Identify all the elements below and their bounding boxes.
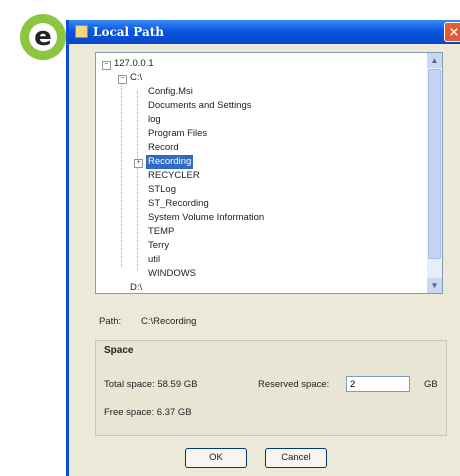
reserved-unit: GB (424, 379, 438, 390)
tree-drive-c[interactable]: C:\ (130, 71, 142, 85)
path-label: Path: (99, 316, 122, 327)
tree-folder-temp[interactable]: TEMP (148, 225, 174, 239)
tree-folder-program-files[interactable]: Program Files (148, 127, 207, 141)
dialog-title: Local Path (93, 25, 165, 39)
expand-icon[interactable]: + (134, 159, 143, 168)
folder-icon (75, 25, 88, 38)
tree-scrollbar[interactable]: ▲ ▼ (427, 53, 442, 293)
ok-button[interactable]: OK (185, 448, 247, 468)
reserved-space-label: Reserved space: (258, 379, 330, 390)
tree-folder-config-msi[interactable]: Config.Msi (148, 85, 193, 99)
tree-folder-recycler[interactable]: RECYCLER (148, 169, 200, 183)
folder-tree[interactable]: − 127.0.0.1 − C:\ Config.Msi Documents a… (95, 52, 443, 294)
local-path-dialog: Local Path × − 127.0.0.1 − C:\ Config.Ms… (66, 20, 460, 476)
close-button[interactable]: × (444, 22, 460, 42)
free-space: Free space: 6.37 GB (104, 407, 192, 418)
tree-folder-documents-and-settings[interactable]: Documents and Settings (148, 99, 252, 113)
cancel-button[interactable]: Cancel (265, 448, 327, 468)
collapse-icon[interactable]: − (118, 75, 127, 84)
scroll-thumb[interactable] (428, 69, 441, 259)
tree-folder-stlog[interactable]: STLog (148, 183, 176, 197)
letter-e-badge: e (20, 14, 66, 60)
total-space: Total space: 58.59 GB (104, 379, 198, 390)
scroll-up-icon[interactable]: ▲ (427, 53, 442, 68)
tree-line (137, 91, 138, 271)
tree-folder-util[interactable]: util (148, 253, 160, 267)
path-value: C:\Recording (141, 316, 197, 327)
title-bar: Local Path × (69, 20, 460, 44)
tree-folder-st-recording[interactable]: ST_Recording (148, 197, 209, 211)
tree-folder-recording-selected[interactable]: Recording (146, 155, 194, 169)
collapse-icon[interactable]: − (102, 61, 111, 70)
scroll-down-icon[interactable]: ▼ (427, 278, 442, 293)
badge-letter: e (29, 23, 57, 51)
tree-folder-windows[interactable]: WINDOWS (148, 267, 196, 281)
space-group: Space Total space: 58.59 GB Reserved spa… (95, 340, 447, 436)
tree-root[interactable]: 127.0.0.1 (114, 57, 154, 71)
space-title: Space (104, 345, 134, 356)
tree-folder-log[interactable]: log (148, 113, 161, 127)
tree-line (121, 77, 122, 267)
tree-folder-terry[interactable]: Terry (148, 239, 169, 253)
tree-folder-record[interactable]: Record (148, 141, 179, 155)
tree-drive-d[interactable]: D:\ (130, 281, 142, 293)
tree-folder-system-volume-information[interactable]: System Volume Information (148, 211, 264, 225)
reserved-space-input[interactable] (346, 376, 410, 392)
